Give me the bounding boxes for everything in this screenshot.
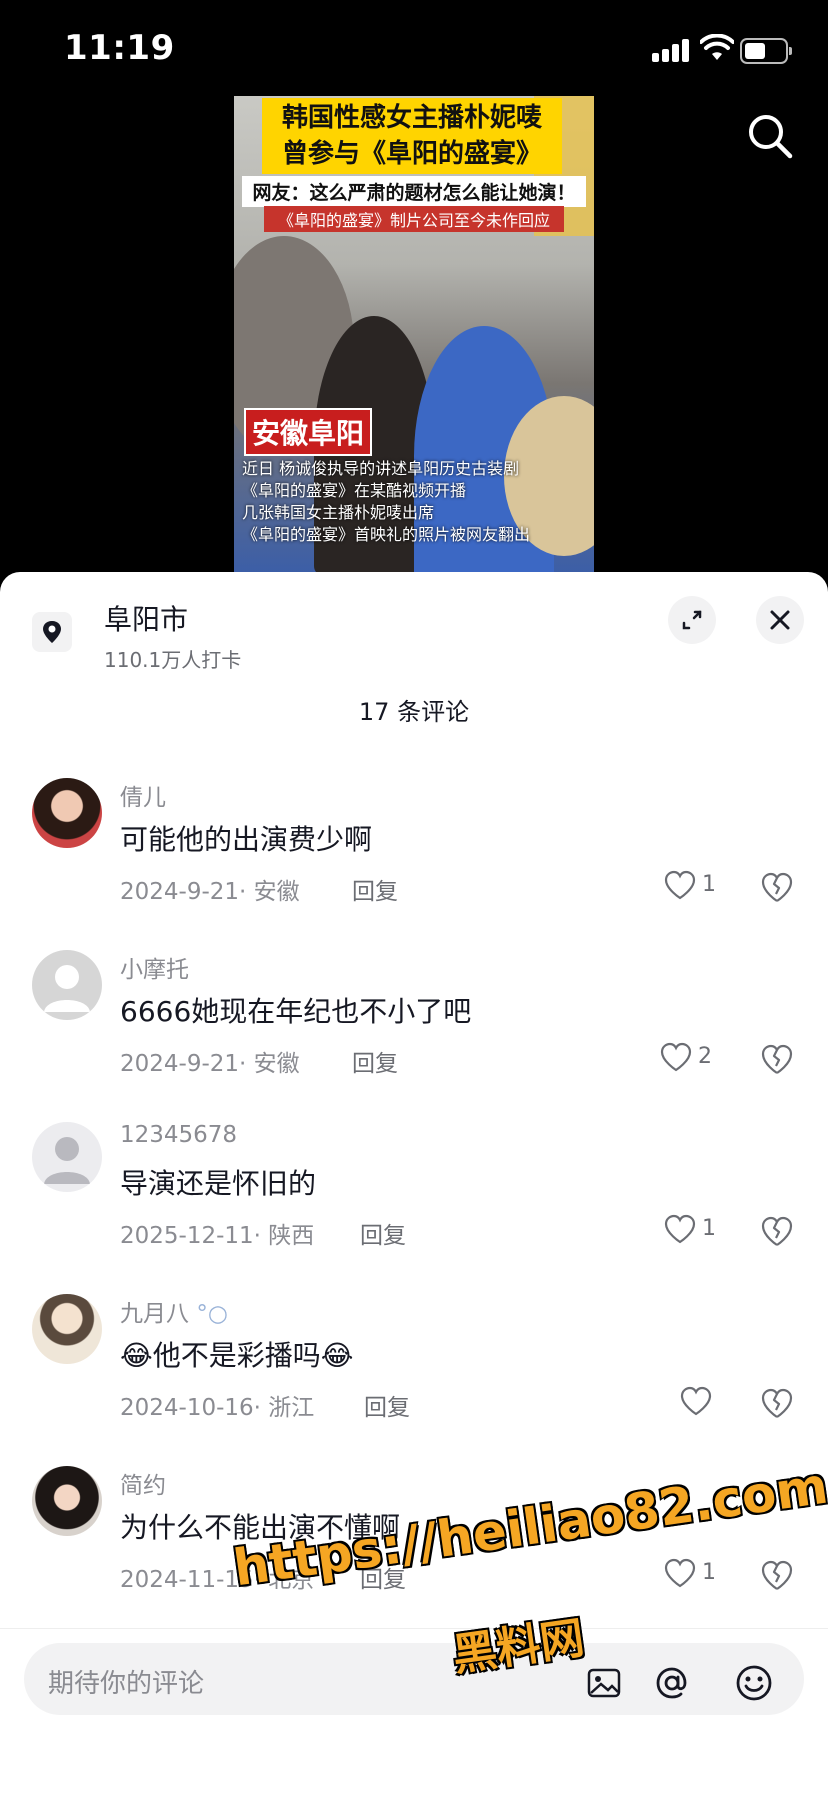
comment-text-body: 他不是彩播吗 xyxy=(152,1339,321,1372)
reply-button[interactable]: 回复 xyxy=(360,1216,406,1250)
like-count: 1 xyxy=(702,1560,716,1585)
comment-username[interactable]: 12345678 xyxy=(120,1122,237,1148)
like-count: 1 xyxy=(702,1216,716,1241)
comment-username[interactable]: 简约 xyxy=(120,1466,166,1500)
comment-date: 2025-12-11 xyxy=(120,1223,254,1249)
comment-meta: 2024-10-16· 浙江 xyxy=(120,1395,315,1421)
reply-button[interactable]: 回复 xyxy=(364,1388,410,1422)
comment-meta: 2024-9-21· 安徽 xyxy=(120,879,300,905)
comment-username-text: 九月八 xyxy=(120,1301,189,1327)
like-count: 1 xyxy=(702,872,716,897)
expand-button[interactable] xyxy=(668,596,716,644)
cellular-signal-icon xyxy=(652,38,696,62)
comment-item: 九月八 °○ 😂他不是彩播吗😂 2024-10-16· 浙江 回复 xyxy=(0,1294,828,1464)
comment-meta: 2024-9-21· 安徽 xyxy=(120,1051,300,1077)
comment-date: 2024-9-21 xyxy=(120,879,240,905)
comment-text: 6666她现在年纪也不小了吧 xyxy=(120,995,472,1028)
video-poster[interactable]: 韩国性感女主播朴妮唛 曾参与《阜阳的盛宴》 网友：这么严肃的题材怎么能让她演！ … xyxy=(234,96,594,576)
image-icon[interactable] xyxy=(584,1663,624,1703)
like-button[interactable]: 1 xyxy=(664,1212,734,1248)
comment-date: 2024-9-21 xyxy=(120,1051,240,1077)
crying-laughing-emoji-icon: 😂 xyxy=(120,1339,153,1372)
comment-region: 安徽 xyxy=(253,879,300,905)
comment-meta: 2025-12-11· 陕西 xyxy=(120,1223,315,1249)
video-caption-line: 几张韩国女主播朴妮唛出席 xyxy=(242,503,435,522)
location-pin-icon[interactable] xyxy=(32,612,72,652)
location-name[interactable]: 阜阳市 xyxy=(104,598,188,638)
close-button[interactable] xyxy=(756,596,804,644)
comment-username[interactable]: 小摩托 xyxy=(120,950,189,984)
comment-region: 安徽 xyxy=(253,1051,300,1077)
broken-heart-icon[interactable] xyxy=(760,1042,794,1076)
mention-icon[interactable] xyxy=(652,1663,692,1703)
avatar[interactable] xyxy=(32,950,102,1020)
comment-item: 倩儿 可能他的出演费少啊 2024-9-21· 安徽 回复 1 xyxy=(0,778,828,948)
video-location-tag: 安徽阜阳 xyxy=(244,408,373,456)
broken-heart-icon[interactable] xyxy=(760,1558,794,1592)
comment-region: 浙江 xyxy=(268,1395,315,1421)
avatar[interactable] xyxy=(32,1294,102,1364)
like-button[interactable]: 2 xyxy=(660,1040,730,1076)
like-button[interactable] xyxy=(680,1384,750,1420)
comment-sheet: 阜阳市 110.1万人打卡 17 条评论 倩儿 可能他的出演费少啊 2024-9… xyxy=(0,572,828,1792)
like-button[interactable]: 1 xyxy=(664,868,734,904)
avatar[interactable] xyxy=(32,1466,102,1536)
broken-heart-icon[interactable] xyxy=(760,1386,794,1420)
video-captions: 近日 杨诚俊执导的讲述阜阳历史古装剧 《阜阳的盛宴》在某酷视频开播 几张韩国女主… xyxy=(242,458,586,546)
bubbles-emoji-icon: °○ xyxy=(196,1301,228,1327)
heart-icon xyxy=(664,1558,696,1588)
expand-icon xyxy=(682,610,702,630)
battery-icon xyxy=(740,38,792,64)
video-caption-line: 《阜阳的盛宴》在某酷视频开播 xyxy=(242,481,467,500)
comment-username[interactable]: 九月八 °○ xyxy=(120,1294,228,1328)
comment-count: 17 条评论 xyxy=(358,698,470,726)
search-icon[interactable] xyxy=(744,110,796,162)
crying-laughing-emoji-icon: 😂 xyxy=(320,1339,354,1372)
comment-text: 导演还是怀旧的 xyxy=(120,1167,317,1200)
video-caption-line: 《阜阳的盛宴》首映礼的照片被网友翻出 xyxy=(242,525,531,544)
comment-text: 😂他不是彩播吗😂 xyxy=(120,1334,353,1374)
comment-input-placeholder: 期待你的评论 xyxy=(48,1669,205,1699)
heart-icon xyxy=(660,1042,692,1072)
reply-button[interactable]: 回复 xyxy=(352,872,398,906)
location-checkins: 110.1万人打卡 xyxy=(104,648,242,672)
like-button[interactable]: 1 xyxy=(664,1556,734,1592)
heart-icon xyxy=(664,870,696,900)
video-caption-line: 近日 杨诚俊执导的讲述阜阳历史古装剧 xyxy=(242,459,520,478)
heart-icon xyxy=(680,1386,712,1416)
video-title-line: 曾参与《阜阳的盛宴》 xyxy=(281,139,542,169)
video-title: 韩国性感女主播朴妮唛 曾参与《阜阳的盛宴》 xyxy=(262,98,562,174)
comment-region: 陕西 xyxy=(268,1223,315,1249)
comment-username[interactable]: 倩儿 xyxy=(120,778,166,812)
avatar[interactable] xyxy=(32,1122,102,1192)
emoji-icon[interactable] xyxy=(734,1663,774,1703)
reply-button[interactable]: 回复 xyxy=(352,1044,398,1078)
comment-input-bar: 期待你的评论 xyxy=(0,1628,828,1793)
wifi-icon xyxy=(700,34,734,60)
comment-date: 2024-10-16 xyxy=(120,1395,254,1421)
status-time: 11:19 xyxy=(64,28,175,68)
video-subtitle-2: 《阜阳的盛宴》制片公司至今未作回应 xyxy=(264,206,564,232)
comment-item: 12345678 导演还是怀旧的 2025-12-11· 陕西 回复 1 xyxy=(0,1122,828,1292)
comment-text: 可能他的出演费少啊 xyxy=(120,823,373,856)
video-subtitle: 网友：这么严肃的题材怎么能让她演！ xyxy=(242,176,586,207)
broken-heart-icon[interactable] xyxy=(760,870,794,904)
close-icon xyxy=(770,610,790,630)
video-title-line: 韩国性感女主播朴妮唛 xyxy=(281,103,542,133)
like-count: 2 xyxy=(698,1044,712,1069)
broken-heart-icon[interactable] xyxy=(760,1214,794,1248)
status-bar: 11:19 xyxy=(0,0,828,100)
avatar[interactable] xyxy=(32,778,102,848)
comment-input[interactable]: 期待你的评论 xyxy=(24,1643,804,1715)
comment-item: 小摩托 6666她现在年纪也不小了吧 2024-9-21· 安徽 回复 2 xyxy=(0,950,828,1120)
heart-icon xyxy=(664,1214,696,1244)
